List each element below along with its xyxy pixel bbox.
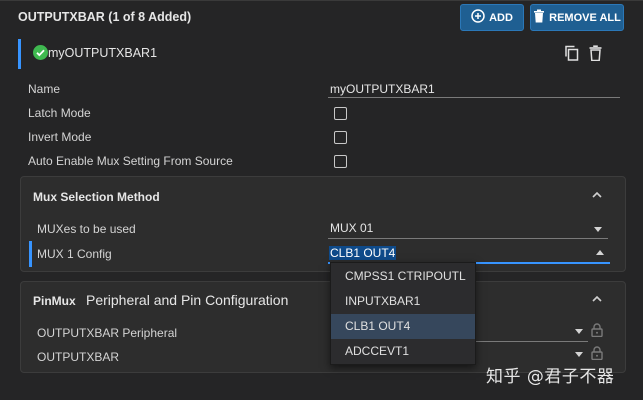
plus-circle-icon bbox=[471, 9, 485, 26]
pinmux-badge: PinMux bbox=[33, 294, 76, 308]
pinmux-title: Peripheral and Pin Configuration bbox=[86, 292, 289, 308]
invert-mode-checkbox[interactable] bbox=[334, 131, 347, 144]
peripheral-select-underline bbox=[476, 341, 588, 342]
mux1-config-select[interactable]: CLB1 OUT4 bbox=[329, 246, 397, 260]
mux1-selected-indicator bbox=[29, 241, 32, 267]
trash-icon bbox=[533, 9, 545, 26]
instance-name[interactable]: myOUTPUTXBAR1 bbox=[48, 46, 157, 60]
auto-enable-label: Auto Enable Mux Setting From Source bbox=[28, 154, 233, 168]
name-input[interactable]: myOUTPUTXBAR1 bbox=[330, 82, 435, 96]
auto-enable-checkbox[interactable] bbox=[334, 155, 347, 168]
chevron-down-icon[interactable] bbox=[594, 227, 602, 232]
lock-icon bbox=[591, 323, 603, 340]
check-circle-icon bbox=[33, 45, 48, 60]
top-divider bbox=[0, 0, 643, 1]
muxes-select[interactable]: MUX 01 bbox=[330, 221, 373, 235]
chevron-down-icon[interactable] bbox=[575, 352, 583, 357]
chevron-up-small-icon[interactable] bbox=[596, 250, 604, 255]
remove-all-button[interactable]: REMOVE ALL bbox=[530, 4, 624, 31]
muxes-label: MUXes to be used bbox=[37, 222, 136, 236]
delete-icon[interactable] bbox=[589, 45, 602, 64]
lock-icon bbox=[591, 346, 603, 363]
invert-mode-label: Invert Mode bbox=[28, 130, 92, 144]
chevron-down-icon[interactable] bbox=[575, 329, 583, 334]
mux1-config-label: MUX 1 Config bbox=[37, 247, 112, 261]
mux1-config-dropdown: CMPSS1 CTRIPOUTL INPUTXBAR1 CLB1 OUT4 AD… bbox=[330, 262, 476, 365]
chevron-up-icon[interactable] bbox=[591, 189, 603, 203]
dropdown-option-selected[interactable]: CLB1 OUT4 bbox=[331, 314, 475, 339]
chevron-up-icon[interactable] bbox=[591, 293, 603, 307]
mux-selection-title: Mux Selection Method bbox=[33, 190, 160, 204]
copy-icon[interactable] bbox=[564, 45, 579, 64]
latch-mode-checkbox[interactable] bbox=[334, 107, 347, 120]
module-title: OUTPUTXBAR (1 of 8 Added) bbox=[18, 10, 192, 24]
dropdown-option[interactable]: INPUTXBAR1 bbox=[331, 289, 475, 314]
instance-selected-indicator bbox=[18, 39, 21, 69]
add-button-label: ADD bbox=[489, 11, 513, 24]
latch-mode-label: Latch Mode bbox=[28, 106, 91, 120]
muxes-select-underline bbox=[328, 238, 608, 239]
add-button[interactable]: ADD bbox=[460, 4, 524, 31]
watermark-text: 知乎 @君子不器 bbox=[486, 367, 615, 387]
pin-label: OUTPUTXBAR bbox=[37, 350, 120, 364]
name-input-underline bbox=[328, 97, 620, 98]
mux1-config-value: CLB1 OUT4 bbox=[329, 246, 397, 260]
dropdown-option[interactable]: CMPSS1 CTRIPOUTL bbox=[331, 264, 475, 289]
peripheral-label: OUTPUTXBAR Peripheral bbox=[37, 326, 178, 340]
remove-all-label: REMOVE ALL bbox=[549, 11, 621, 24]
name-label: Name bbox=[28, 82, 61, 96]
dropdown-option[interactable]: ADCCEVT1 bbox=[331, 339, 475, 364]
